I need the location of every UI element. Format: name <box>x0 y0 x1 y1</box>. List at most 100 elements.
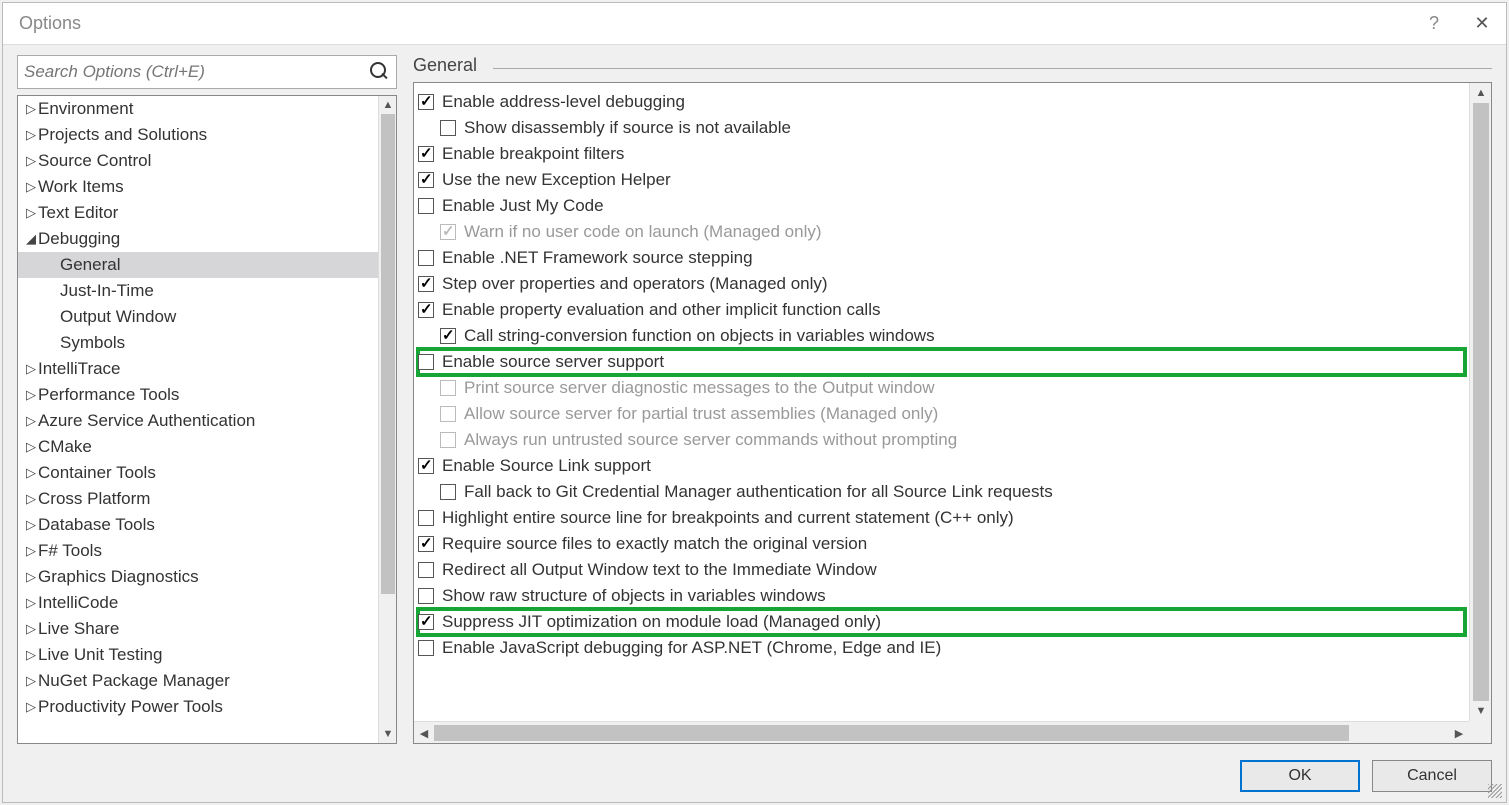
scroll-thumb[interactable] <box>1473 103 1489 701</box>
checkbox[interactable] <box>418 198 434 214</box>
scroll-up-icon[interactable]: ▲ <box>1470 83 1492 103</box>
search-input[interactable] <box>24 62 370 82</box>
chevron-right-icon[interactable]: ▷ <box>24 543 38 559</box>
chevron-down-icon[interactable]: ◢ <box>24 231 38 247</box>
tree-item[interactable]: Output Window <box>18 304 378 330</box>
search-icon[interactable] <box>370 62 390 82</box>
option-row[interactable]: Highlight entire source line for breakpo… <box>418 505 1465 531</box>
tree-item[interactable]: ▷Live Share <box>18 616 378 642</box>
checkbox[interactable] <box>418 250 434 266</box>
chevron-right-icon[interactable]: ▷ <box>24 361 38 377</box>
checkbox[interactable] <box>418 172 434 188</box>
scroll-down-icon[interactable]: ▼ <box>379 725 397 743</box>
scroll-right-icon[interactable]: ▶ <box>1449 722 1469 744</box>
option-row[interactable]: Show disassembly if source is not availa… <box>418 115 1465 141</box>
option-row[interactable]: Enable address-level debugging <box>418 89 1465 115</box>
checkbox[interactable] <box>418 588 434 604</box>
scroll-left-icon[interactable]: ◀ <box>414 722 434 744</box>
option-row[interactable]: Step over properties and operators (Mana… <box>418 271 1465 297</box>
chevron-right-icon[interactable]: ▷ <box>24 673 38 689</box>
tree-item[interactable]: ▷CMake <box>18 434 378 460</box>
checkbox[interactable] <box>418 354 434 370</box>
search-box[interactable] <box>17 55 397 89</box>
tree-item[interactable]: ▷Database Tools <box>18 512 378 538</box>
scroll-down-icon[interactable]: ▼ <box>1470 701 1492 721</box>
checkbox[interactable] <box>440 120 456 136</box>
chevron-right-icon[interactable]: ▷ <box>24 569 38 585</box>
chevron-right-icon[interactable]: ▷ <box>24 699 38 715</box>
chevron-right-icon[interactable]: ▷ <box>24 439 38 455</box>
checkbox[interactable] <box>418 94 434 110</box>
resize-grip[interactable] <box>1488 784 1502 798</box>
tree-item[interactable]: ▷Text Editor <box>18 200 378 226</box>
chevron-right-icon[interactable]: ▷ <box>24 179 38 195</box>
options-hscroll[interactable]: ◀ ▶ <box>414 721 1469 743</box>
tree-item[interactable]: Just-In-Time <box>18 278 378 304</box>
tree-item[interactable]: ▷NuGet Package Manager <box>18 668 378 694</box>
tree-item[interactable]: ▷Live Unit Testing <box>18 642 378 668</box>
option-row[interactable]: Redirect all Output Window text to the I… <box>418 557 1465 583</box>
option-row[interactable]: Suppress JIT optimization on module load… <box>418 609 1465 635</box>
chevron-right-icon[interactable]: ▷ <box>24 205 38 221</box>
checkbox[interactable] <box>418 614 434 630</box>
checkbox[interactable] <box>440 484 456 500</box>
checkbox[interactable] <box>418 536 434 552</box>
chevron-right-icon[interactable]: ▷ <box>24 413 38 429</box>
checkbox[interactable] <box>418 276 434 292</box>
chevron-right-icon[interactable]: ▷ <box>24 595 38 611</box>
chevron-right-icon[interactable]: ▷ <box>24 621 38 637</box>
tree-item[interactable]: ▷Source Control <box>18 148 378 174</box>
option-row[interactable]: Enable Source Link support <box>418 453 1465 479</box>
ok-button[interactable]: OK <box>1240 760 1360 792</box>
chevron-right-icon[interactable]: ▷ <box>24 491 38 507</box>
option-row[interactable]: Enable source server support <box>418 349 1465 375</box>
checkbox[interactable] <box>418 302 434 318</box>
chevron-right-icon[interactable]: ▷ <box>24 127 38 143</box>
option-row[interactable]: Fall back to Git Credential Manager auth… <box>418 479 1465 505</box>
close-icon[interactable]: ✕ <box>1458 13 1506 34</box>
option-row[interactable]: Enable .NET Framework source stepping <box>418 245 1465 271</box>
scroll-up-icon[interactable]: ▲ <box>379 96 397 114</box>
tree-item[interactable]: ▷IntelliCode <box>18 590 378 616</box>
option-row[interactable]: Use the new Exception Helper <box>418 167 1465 193</box>
help-button[interactable]: ? <box>1410 13 1458 34</box>
option-row[interactable]: Show raw structure of objects in variabl… <box>418 583 1465 609</box>
option-row[interactable]: Enable breakpoint filters <box>418 141 1465 167</box>
tree-item[interactable]: ▷Projects and Solutions <box>18 122 378 148</box>
scroll-thumb[interactable] <box>381 114 395 594</box>
tree-item[interactable]: ▷IntelliTrace <box>18 356 378 382</box>
tree-item[interactable]: ▷Azure Service Authentication <box>18 408 378 434</box>
scroll-thumb[interactable] <box>434 725 1349 741</box>
tree-item[interactable]: ▷Performance Tools <box>18 382 378 408</box>
option-row[interactable]: Enable Just My Code <box>418 193 1465 219</box>
chevron-right-icon[interactable]: ▷ <box>24 387 38 403</box>
option-row[interactable]: Enable JavaScript debugging for ASP.NET … <box>418 635 1465 661</box>
tree-item[interactable]: Symbols <box>18 330 378 356</box>
option-row[interactable]: Require source files to exactly match th… <box>418 531 1465 557</box>
tree-item[interactable]: ▷Container Tools <box>18 460 378 486</box>
checkbox[interactable] <box>418 146 434 162</box>
checkbox[interactable] <box>418 562 434 578</box>
option-row[interactable]: Call string-conversion function on objec… <box>418 323 1465 349</box>
tree-item[interactable]: ▷Graphics Diagnostics <box>18 564 378 590</box>
chevron-right-icon[interactable]: ▷ <box>24 647 38 663</box>
tree-item[interactable]: ▷F# Tools <box>18 538 378 564</box>
tree-item[interactable]: ▷Productivity Power Tools <box>18 694 378 720</box>
chevron-right-icon[interactable]: ▷ <box>24 465 38 481</box>
chevron-right-icon[interactable]: ▷ <box>24 101 38 117</box>
chevron-right-icon[interactable]: ▷ <box>24 517 38 533</box>
tree-item[interactable]: General <box>18 252 378 278</box>
checkbox[interactable] <box>440 328 456 344</box>
tree-item[interactable]: ▷Environment <box>18 96 378 122</box>
option-row[interactable]: Enable property evaluation and other imp… <box>418 297 1465 323</box>
checkbox[interactable] <box>418 510 434 526</box>
tree-scrollbar[interactable]: ▲ ▼ <box>378 96 396 743</box>
checkbox[interactable] <box>418 458 434 474</box>
tree-item[interactable]: ▷Work Items <box>18 174 378 200</box>
checkbox[interactable] <box>418 640 434 656</box>
tree-item[interactable]: ▷Cross Platform <box>18 486 378 512</box>
options-vscroll[interactable]: ▲ ▼ <box>1469 83 1491 721</box>
cancel-button[interactable]: Cancel <box>1372 760 1492 792</box>
tree-item[interactable]: ◢Debugging <box>18 226 378 252</box>
chevron-right-icon[interactable]: ▷ <box>24 153 38 169</box>
